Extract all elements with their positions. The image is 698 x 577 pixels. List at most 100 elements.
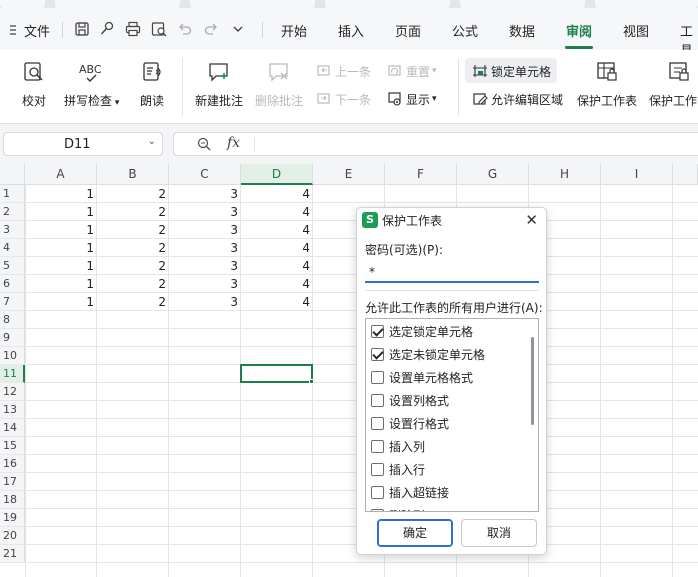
format-painter-icon[interactable] (98, 20, 116, 38)
cell-d5[interactable]: 4 (241, 257, 313, 275)
window-tab[interactable] (190, 0, 315, 8)
window-tab[interactable] (55, 0, 180, 8)
next-comment-button[interactable]: 下一条 (316, 89, 371, 109)
row-header-4[interactable]: 4 (0, 239, 25, 257)
undo-icon[interactable] (176, 20, 194, 38)
tab-page[interactable]: 页面 (395, 21, 421, 40)
row-header-18[interactable]: 18 (0, 491, 25, 509)
cell-c4[interactable]: 3 (169, 239, 241, 257)
window-tab[interactable] (0, 0, 45, 8)
row-header-7[interactable]: 7 (0, 293, 25, 311)
column-header-c[interactable]: C (169, 164, 241, 185)
cell-d3[interactable]: 4 (241, 221, 313, 239)
name-box[interactable]: D11 ⌄ (3, 132, 163, 156)
column-header-e[interactable]: E (313, 164, 385, 185)
cell-d2[interactable]: 4 (241, 203, 313, 221)
tab-data[interactable]: 数据 (509, 21, 535, 40)
row-header-6[interactable]: 6 (0, 275, 25, 293)
row-header-3[interactable]: 3 (0, 221, 25, 239)
chevron-down-icon[interactable] (229, 20, 247, 38)
cell-c5[interactable]: 3 (169, 257, 241, 275)
permission-item[interactable]: 插入行 (371, 460, 425, 478)
column-header-i[interactable]: I (601, 164, 673, 185)
checkbox[interactable] (371, 439, 384, 453)
permission-item[interactable]: 插入列 (371, 437, 425, 455)
new-comment-button[interactable]: 新建批注 (195, 60, 243, 109)
column-header-a[interactable]: A (25, 164, 97, 185)
delete-comment-button[interactable]: 删除批注 (255, 60, 303, 109)
cell-a3[interactable]: 1 (25, 221, 97, 239)
column-header[interactable] (673, 164, 698, 185)
cell-b2[interactable]: 2 (97, 203, 169, 221)
column-header-d[interactable]: D (241, 164, 313, 185)
file-menu[interactable]: 文件 (24, 21, 50, 40)
cell-d6[interactable]: 4 (241, 275, 313, 293)
permissions-list[interactable]: 选定锁定单元格 选定未锁定单元格 设置单元格格式 设置列格式 设置行格式 插入列 插入行 插入… (365, 318, 539, 512)
redo-icon[interactable] (202, 20, 220, 38)
row-header-19[interactable]: 19 (0, 509, 25, 527)
cell-c6[interactable]: 3 (169, 275, 241, 293)
row-header-20[interactable]: 20 (0, 527, 25, 545)
checkbox[interactable] (371, 485, 384, 499)
row-header-1[interactable]: 1 (0, 185, 25, 203)
spellcheck-button[interactable]: ABC 拼写检查 ▾ (64, 60, 119, 109)
prev-comment-button[interactable]: 上一条 (316, 61, 371, 81)
permission-item[interactable]: 选定锁定单元格 (371, 322, 473, 340)
tab-formula[interactable]: 公式 (452, 21, 478, 40)
cell-a2[interactable]: 1 (25, 203, 97, 221)
read-aloud-button[interactable]: 朗读 (140, 60, 164, 109)
reset-button[interactable]: 重置 ▾ (387, 61, 437, 81)
cell-a5[interactable]: 1 (25, 257, 97, 275)
cell-b7[interactable]: 2 (97, 293, 169, 311)
cell-a7[interactable]: 1 (25, 293, 97, 311)
column-header-h[interactable]: H (529, 164, 601, 185)
row-header-11[interactable]: 11 (0, 365, 25, 383)
cancel-button[interactable]: 取消 (461, 519, 537, 547)
formula-input[interactable]: fx (173, 132, 698, 156)
cell-c7[interactable]: 3 (169, 293, 241, 311)
window-tab[interactable] (460, 0, 585, 8)
cell-b3[interactable]: 2 (97, 221, 169, 239)
checkbox[interactable] (371, 393, 384, 407)
window-tab[interactable] (595, 0, 698, 8)
checkbox-checked[interactable] (371, 347, 384, 361)
row-header-8[interactable]: 8 (0, 311, 25, 329)
cell-d7[interactable]: 4 (241, 293, 313, 311)
permission-item[interactable]: 插入超链接 (371, 483, 449, 501)
cell-a6[interactable]: 1 (25, 275, 97, 293)
protect-workbook-button[interactable]: 保护工作簿 (649, 60, 698, 109)
window-tab[interactable] (325, 0, 450, 8)
checkbox[interactable] (371, 508, 384, 511)
row-header-16[interactable]: 16 (0, 455, 25, 473)
column-header-b[interactable]: B (97, 164, 169, 185)
print-icon[interactable] (124, 20, 142, 38)
row-header-17[interactable]: 17 (0, 473, 25, 491)
spreadsheet-grid[interactable]: A B C D E F G H I 1 2 3 4 5 6 7 8 9 10 11 12 13 14 15 16 17 18 19 20… (0, 164, 698, 577)
row-header-5[interactable]: 5 (0, 257, 25, 275)
row-header-14[interactable]: 14 (0, 419, 25, 437)
lock-cells-button[interactable]: 锁定单元格 (472, 61, 551, 81)
cell-d4[interactable]: 4 (241, 239, 313, 257)
column-header-f[interactable]: F (385, 164, 457, 185)
tab-insert[interactable]: 插入 (338, 21, 364, 40)
tab-review[interactable]: 审阅 (566, 21, 592, 40)
chevron-down-icon[interactable]: ⌄ (148, 136, 156, 147)
row-header-10[interactable]: 10 (0, 347, 25, 365)
tab-view[interactable]: 视图 (623, 21, 649, 40)
cell-b5[interactable]: 2 (97, 257, 169, 275)
permission-item[interactable]: 删除列 (371, 506, 425, 511)
row-header-13[interactable]: 13 (0, 401, 25, 419)
allow-edit-ranges-button[interactable]: 允许编辑区域 (472, 89, 563, 109)
row-header-9[interactable]: 9 (0, 329, 25, 347)
permission-item[interactable]: 设置行格式 (371, 414, 449, 432)
tab-home[interactable]: 开始 (281, 21, 307, 40)
cell-a1[interactable]: 1 (25, 185, 97, 203)
cell-c2[interactable]: 3 (169, 203, 241, 221)
proofread-button[interactable]: 校对 (22, 60, 46, 109)
row-header-21[interactable]: 21 (0, 545, 25, 563)
column-header-g[interactable]: G (457, 164, 529, 185)
permission-item[interactable]: 设置单元格格式 (371, 368, 473, 386)
checkbox[interactable] (371, 416, 384, 430)
fx-icon[interactable]: fx (227, 135, 240, 151)
ok-button[interactable]: 确定 (377, 519, 453, 547)
